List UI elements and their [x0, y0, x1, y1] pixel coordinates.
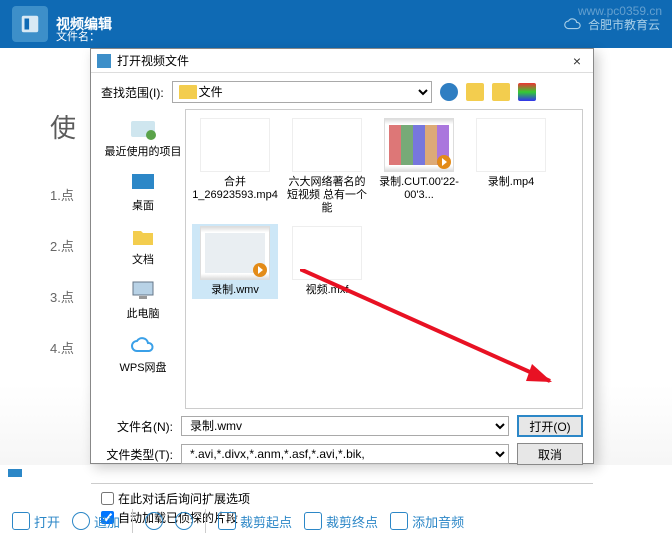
file-item[interactable]: 合并1_26923593.mp4: [192, 116, 278, 218]
folder-icon: [179, 85, 197, 99]
file-name: 合并1_26923593.mp4: [192, 176, 278, 202]
back-icon[interactable]: [440, 83, 458, 101]
app-header: 视频编辑 文件名： www.pc0359.cn 合肥市教育云: [0, 0, 672, 48]
add-audio-button[interactable]: 添加音频: [390, 512, 464, 531]
file-name: 录制.wmv: [211, 284, 259, 297]
look-in-select[interactable]: 文件: [172, 81, 432, 103]
open-button[interactable]: 打开(O): [517, 415, 583, 437]
view-menu-icon[interactable]: [518, 83, 536, 101]
trim-end-button[interactable]: 裁剪终点: [304, 512, 378, 531]
file-thumb: [384, 118, 454, 172]
sidebar-desktop[interactable]: 桌面: [101, 167, 185, 217]
sidebar-item-label: WPS网盘: [119, 359, 166, 375]
close-button[interactable]: ×: [567, 53, 587, 69]
append-tool-button[interactable]: 追加: [72, 512, 120, 531]
file-thumb: [200, 118, 270, 172]
up-folder-icon[interactable]: [466, 83, 484, 101]
dialog-titlebar: 打开视频文件 ×: [91, 49, 593, 73]
next-tool-button[interactable]: [175, 512, 193, 530]
documents-icon: [129, 225, 157, 249]
file-name: 录制.mp4: [488, 176, 534, 189]
next-icon: [175, 512, 193, 530]
sidebar-documents[interactable]: 文档: [101, 221, 185, 271]
computer-icon: [129, 279, 157, 303]
file-list[interactable]: 合并1_26923593.mp4 六大网络著名的短视频 总有一个能 录制.CUT…: [185, 109, 583, 409]
app-logo: [12, 6, 48, 42]
recent-icon: [129, 117, 157, 141]
sidebar-wps[interactable]: WPS网盘: [101, 329, 185, 379]
file-thumb: [292, 118, 362, 172]
play-tool-button[interactable]: [145, 512, 163, 530]
file-item[interactable]: 录制.CUT.00'22-00'3...: [376, 116, 462, 218]
play-icon: [437, 155, 451, 169]
sidebar-thispc[interactable]: 此电脑: [101, 275, 185, 325]
file-thumb: [292, 226, 362, 280]
look-in-label: 查找范围(I):: [101, 84, 164, 101]
file-open-dialog: 打开视频文件 × 查找范围(I): 文件 最近使用的项目: [90, 48, 594, 464]
filename-input[interactable]: 录制.wmv: [181, 416, 509, 436]
divider: [132, 509, 133, 533]
sidebar-item-label: 文档: [132, 251, 154, 267]
filename-label: 文件名：: [56, 28, 100, 44]
play-icon: [145, 512, 163, 530]
trim-start-icon: [218, 512, 236, 530]
filetype-field-label: 文件类型(T):: [101, 446, 173, 463]
plus-icon: [72, 512, 90, 530]
desktop-icon: [129, 171, 157, 195]
file-name: 录制.CUT.00'22-00'3...: [378, 176, 460, 202]
trim-end-icon: [304, 512, 322, 530]
trim-start-button[interactable]: 裁剪起点: [218, 512, 292, 531]
places-sidebar: 最近使用的项目 桌面 文档 此电脑 WPS网盘: [101, 109, 185, 409]
cloud-text: 合肥市教育云: [588, 16, 660, 33]
dialog-icon: [97, 54, 111, 68]
play-icon: [253, 263, 267, 277]
file-item[interactable]: 录制.mp4: [468, 116, 554, 218]
file-thumb: [476, 118, 546, 172]
cloud-icon: [129, 333, 157, 357]
filename-field-label: 文件名(N):: [101, 418, 173, 435]
dialog-title-text: 打开视频文件: [117, 52, 189, 69]
timeline-clip[interactable]: [8, 469, 22, 477]
file-item[interactable]: 视频.mxf: [284, 224, 370, 299]
file-name: 六大网络著名的短视频 总有一个能: [286, 176, 368, 216]
audio-icon: [390, 512, 408, 530]
timeline[interactable]: [0, 469, 672, 485]
filetype-select[interactable]: *.avi,*.divx,*.anm,*.asf,*.avi,*.bik,: [181, 444, 509, 464]
file-item[interactable]: 六大网络著名的短视频 总有一个能: [284, 116, 370, 218]
watermark-text: www.pc0359.cn: [578, 4, 662, 18]
cloud-link[interactable]: 合肥市教育云: [564, 16, 660, 33]
sidebar-item-label: 此电脑: [127, 305, 160, 321]
divider: [205, 509, 206, 533]
bottom-toolbar: 打开 追加 裁剪起点 裁剪终点 添加音频: [0, 501, 672, 541]
open-icon: [12, 512, 30, 530]
cancel-button[interactable]: 取消: [517, 443, 583, 465]
sidebar-item-label: 桌面: [132, 197, 154, 213]
file-thumb: [200, 226, 270, 280]
sidebar-recent[interactable]: 最近使用的项目: [101, 113, 185, 163]
open-tool-button[interactable]: 打开: [12, 512, 60, 531]
sidebar-item-label: 最近使用的项目: [105, 143, 182, 159]
file-name: 视频.mxf: [306, 284, 349, 297]
new-folder-icon[interactable]: [492, 83, 510, 101]
file-item-selected[interactable]: 录制.wmv: [192, 224, 278, 299]
